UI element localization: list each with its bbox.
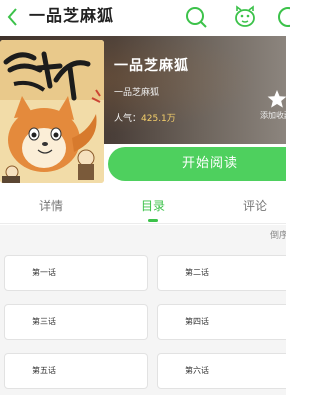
book-cover[interactable] [0, 40, 104, 183]
chapter-item[interactable]: 第六话 [157, 353, 286, 389]
book-header: 一品芝麻狐 一品芝麻狐 人气：425.1万 添加收藏 开始阅读 [0, 36, 286, 188]
chapter-item[interactable]: 第一话 [4, 255, 148, 291]
start-reading-button[interactable]: 开始阅读 [108, 147, 286, 181]
add-favorite-label[interactable]: 添加收藏 [260, 111, 286, 121]
active-tab-indicator [148, 219, 158, 222]
tab-catalog[interactable]: 目录 [141, 198, 165, 214]
tab-comments[interactable]: 评论 [243, 198, 267, 214]
book-author: 一品芝麻狐 [114, 88, 160, 98]
face-icon[interactable] [233, 4, 257, 30]
star-icon[interactable] [266, 88, 286, 110]
chapter-item[interactable]: 第二话 [157, 255, 286, 291]
popularity-label: 人气： [114, 114, 142, 124]
tab-details[interactable]: 详情 [39, 198, 63, 214]
search-icon[interactable] [184, 4, 208, 30]
page-title: 一品芝麻狐 [29, 6, 115, 25]
cover-illustration [0, 40, 104, 183]
catalog-list: 倒序 第一话 第二话 第三话 第四话 第五话 第六话 [0, 225, 286, 395]
popularity-value: 425.1万 [141, 114, 176, 124]
chapter-item[interactable]: 第三话 [4, 304, 148, 340]
back-arrow-icon[interactable] [4, 6, 22, 28]
sort-toggle[interactable]: 倒序 [270, 230, 286, 242]
chapter-item[interactable]: 第五话 [4, 353, 148, 389]
top-bar: 一品芝麻狐 [0, 0, 290, 36]
popularity: 人气：425.1万 [114, 113, 176, 125]
more-icon[interactable] [276, 4, 290, 30]
book-title: 一品芝麻狐 [114, 58, 189, 74]
tab-bar: 详情 目录 评论 [0, 188, 286, 224]
chapter-item[interactable]: 第四话 [157, 304, 286, 340]
